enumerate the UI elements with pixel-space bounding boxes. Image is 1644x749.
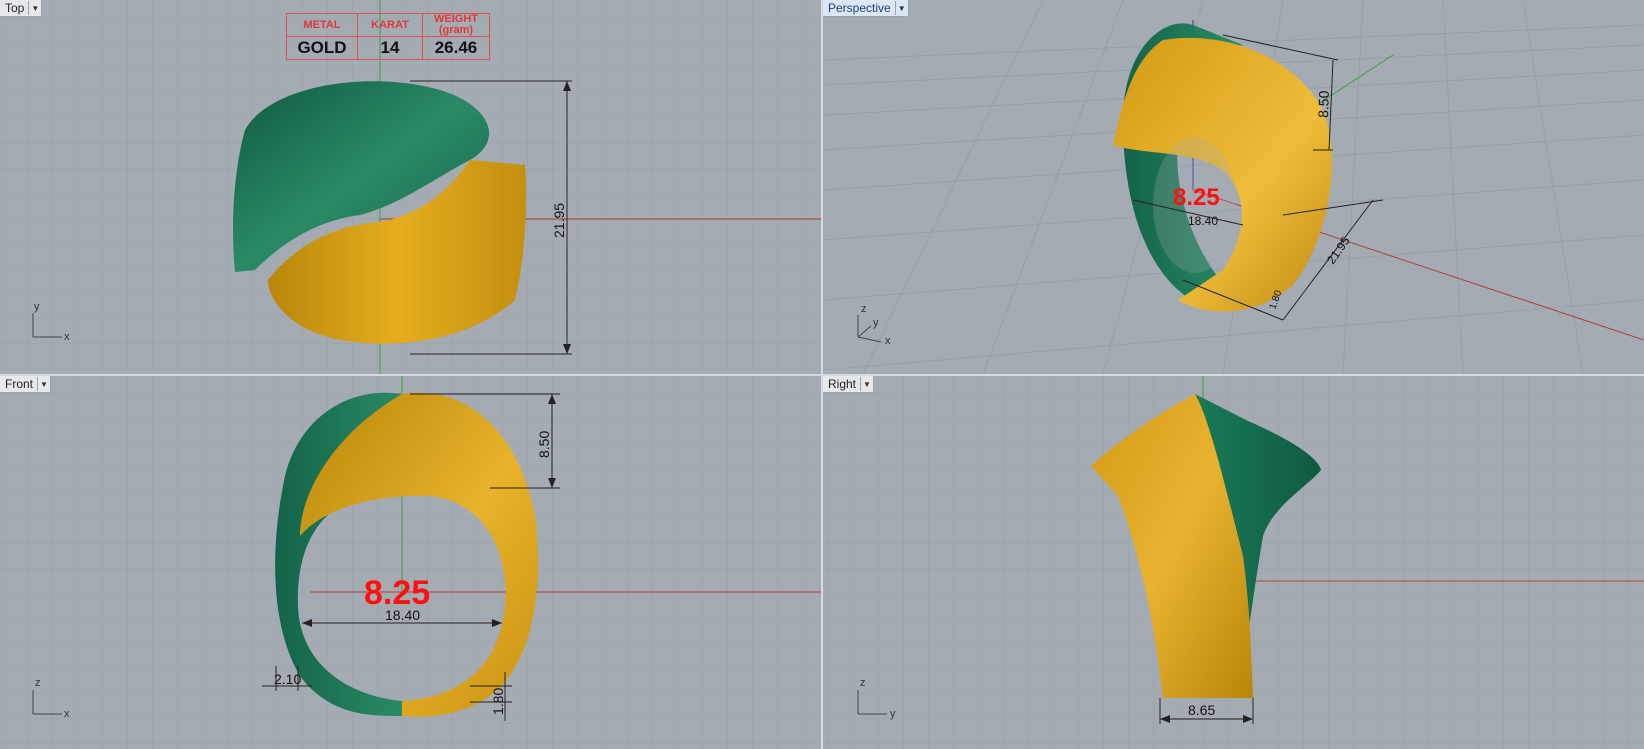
viewport-label: Right — [828, 377, 857, 391]
value-karat: 14 — [357, 36, 423, 60]
perspective-view-canvas: 8.50 8.25 18.40 21.95 1.80 z y x — [823, 0, 1644, 374]
chevron-down-icon[interactable]: ▼ — [894, 1, 908, 15]
chevron-down-icon[interactable]: ▼ — [37, 377, 50, 391]
value-weight: 26.46 — [422, 36, 490, 60]
right-view-canvas: 8.65 z y — [823, 376, 1644, 749]
axis-label-z: z — [860, 677, 866, 689]
dim-top-height: 21.95 — [551, 203, 567, 238]
viewport-tab-front[interactable]: Front ▼ — [0, 376, 52, 393]
axis-label-y: y — [873, 317, 879, 329]
dim-persp-height: 8.50 — [1315, 90, 1332, 118]
viewport-right[interactable]: Right ▼ 8.65 z y — [823, 376, 1644, 749]
dim-front-height: 8.50 — [536, 431, 552, 458]
viewport-tab-top[interactable]: Top ▼ — [0, 0, 43, 17]
viewport-tab-right[interactable]: Right ▼ — [823, 376, 875, 393]
chevron-down-icon[interactable]: ▼ — [860, 377, 873, 391]
dim-persp-inner: 18.40 — [1188, 214, 1218, 228]
dim-side-thickness: 2.10 — [274, 671, 301, 687]
axis-label-x: x — [64, 331, 70, 343]
viewport-label: Top — [5, 1, 25, 15]
header-weight: WEIGHT (gram) — [422, 13, 490, 37]
viewport-perspective[interactable]: Perspective ▼ 8.50 8.25 18.40 21.95 1.80… — [823, 0, 1644, 374]
rhino-workspace: Top ▼ METAL KARAT WEIGHT (gram) GOLD 14 … — [0, 0, 1644, 749]
axis-label-x: x — [885, 335, 891, 347]
axis-label-y: y — [890, 708, 896, 720]
header-metal: METAL — [286, 13, 358, 37]
axis-label-y: y — [34, 301, 40, 313]
header-karat: KARAT — [357, 13, 423, 37]
axis-label-x: x — [64, 708, 70, 720]
axis-label-z: z — [861, 303, 867, 315]
front-view-canvas: 8.50 8.25 18.40 2.10 1.80 z x — [0, 376, 821, 749]
dim-bottom-thickness: 1.80 — [490, 688, 506, 715]
chevron-down-icon[interactable]: ▼ — [28, 1, 41, 15]
header-weight-unit: (gram) — [438, 24, 474, 36]
dim-right-width: 8.65 — [1188, 702, 1215, 718]
viewport-label: Perspective — [828, 1, 891, 15]
axis-label-z: z — [35, 677, 41, 689]
material-info-table: METAL KARAT WEIGHT (gram) GOLD 14 26.46 — [286, 13, 490, 60]
dim-persp-size: 8.25 — [1173, 184, 1220, 211]
viewport-top[interactable]: Top ▼ METAL KARAT WEIGHT (gram) GOLD 14 … — [0, 0, 821, 374]
value-metal: GOLD — [286, 36, 358, 60]
viewport-label: Front — [5, 377, 34, 391]
viewport-tab-perspective[interactable]: Perspective ▼ — [823, 0, 909, 17]
viewport-front[interactable]: Front ▼ 8.50 8.25 18.40 2.10 1.80 z x — [0, 376, 821, 749]
dim-inner-diameter: 18.40 — [385, 607, 420, 623]
